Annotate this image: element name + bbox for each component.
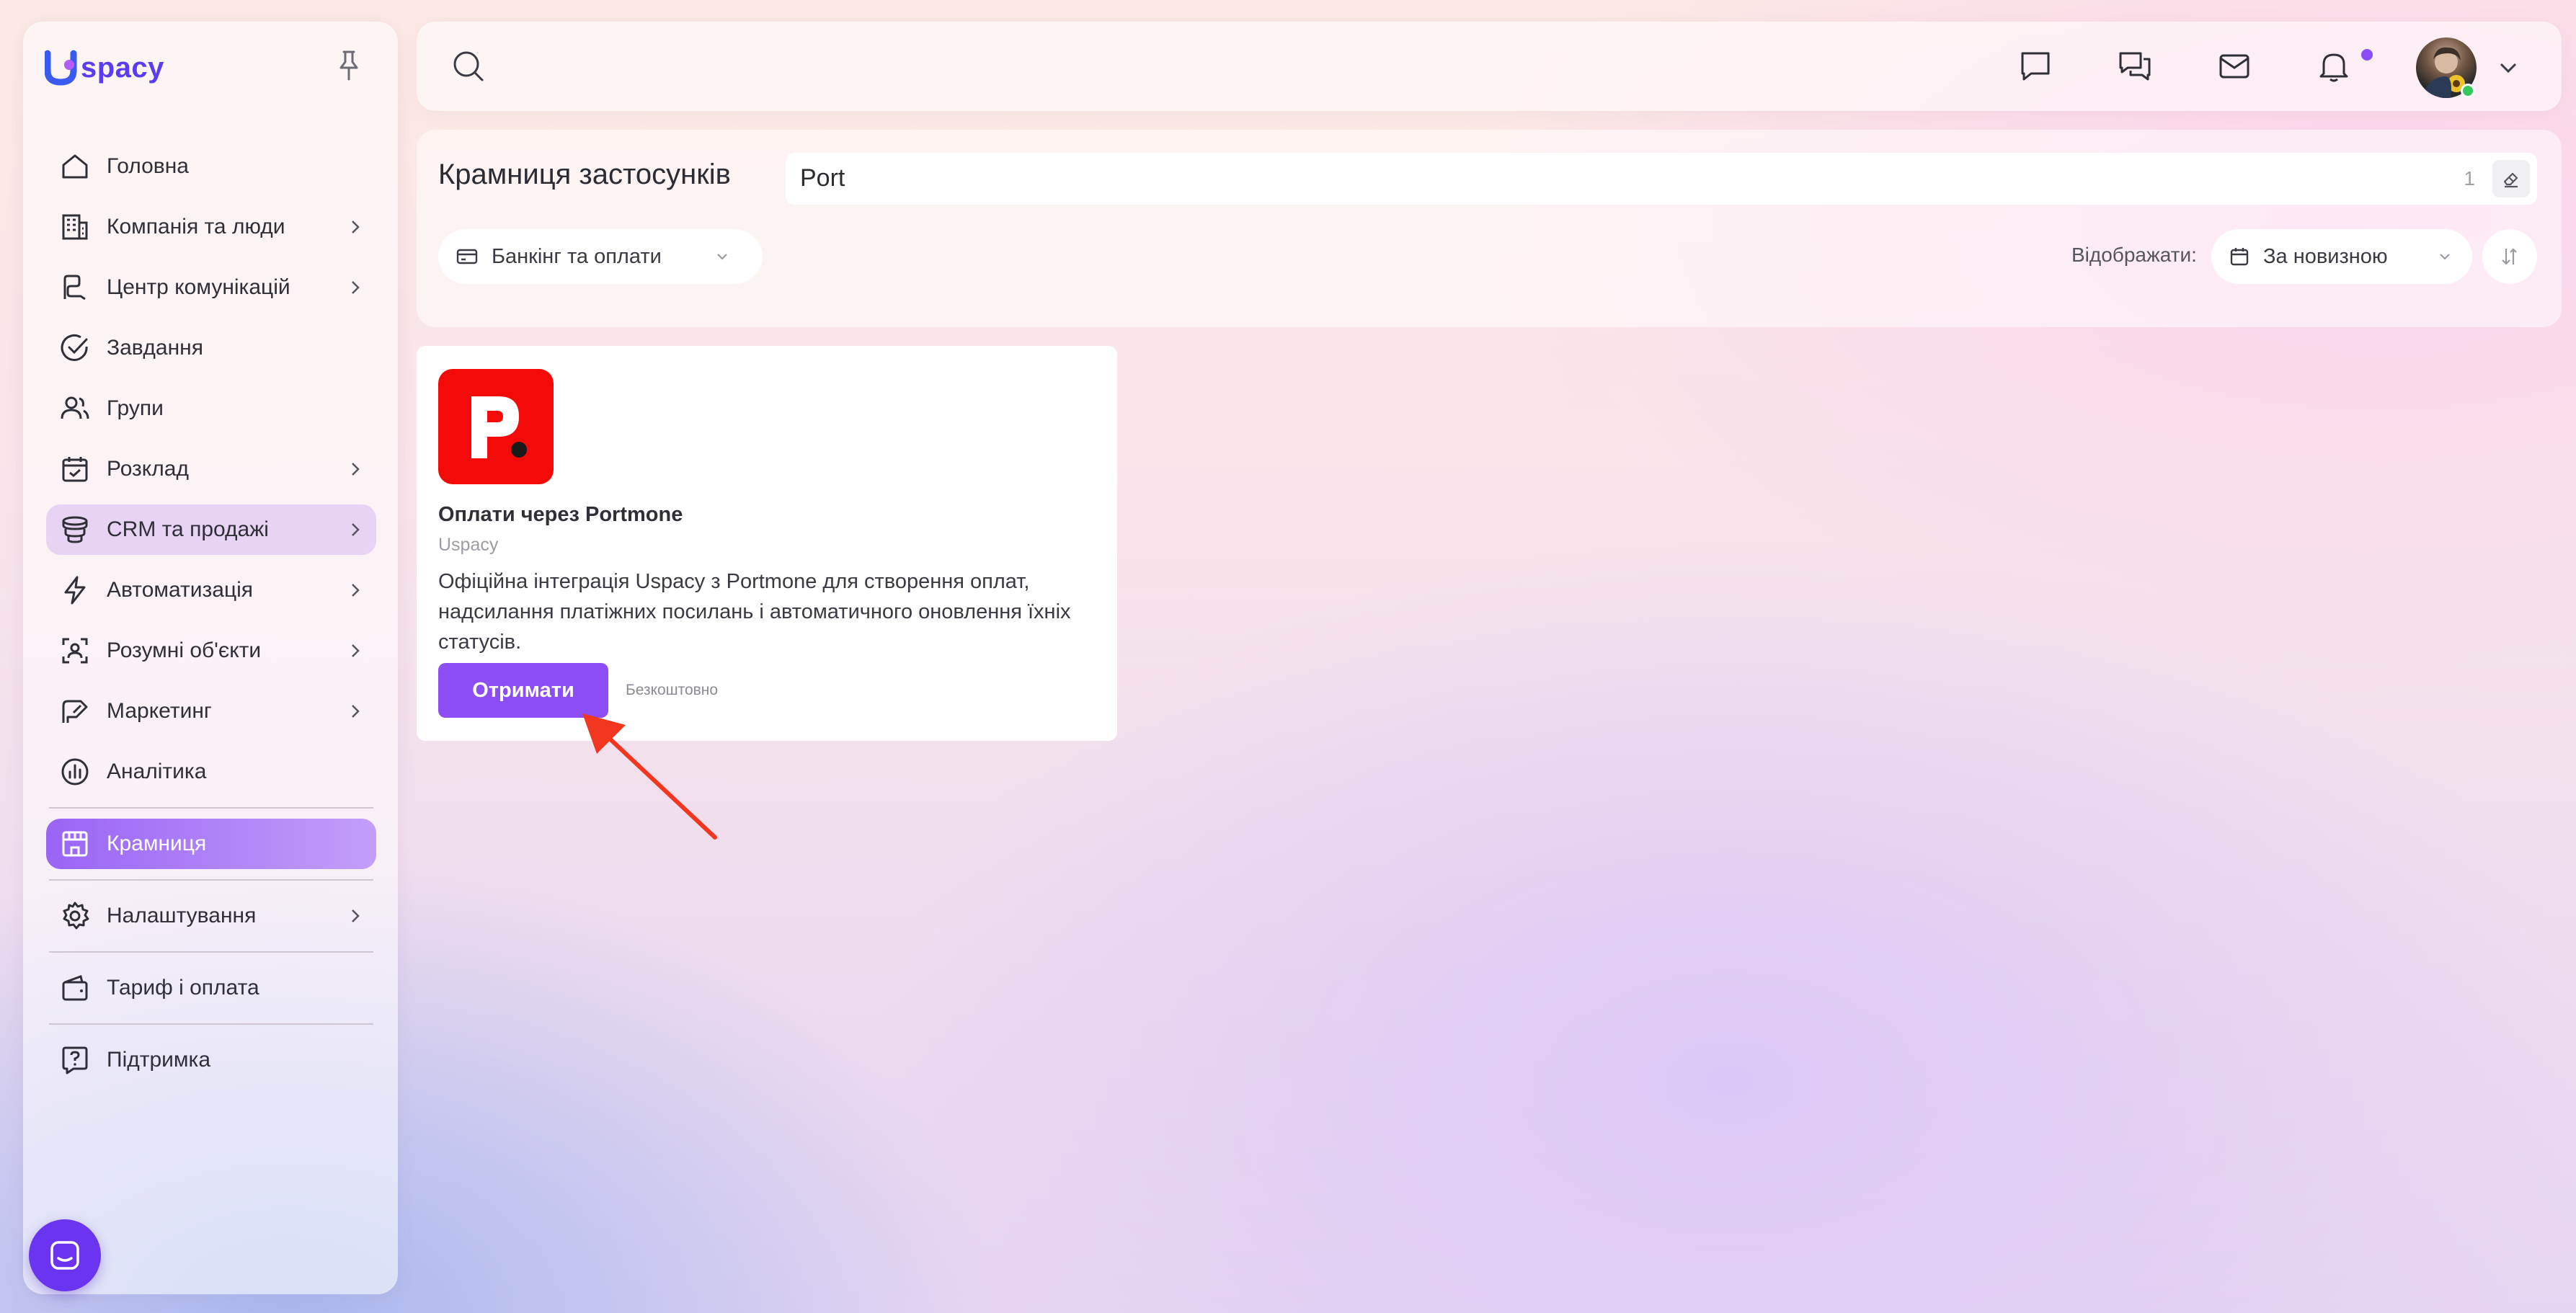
chevron-right-icon [352,221,360,233]
chats-icon[interactable] [2115,46,2155,86]
sidebar-item-label: Центр комунікацій [107,275,290,299]
uspacy-logo[interactable]: spacy [45,48,164,88]
sidebar-nav: Головна Компанія та люди Центр комунікац… [46,141,376,1095]
sidebar-item-billing[interactable]: Тариф і оплата [46,963,376,1013]
clear-search-button[interactable] [2492,160,2530,197]
result-count: 1 [2464,167,2475,190]
sidebar-item-label: Тариф і оплата [107,976,259,1000]
app-card[interactable]: Оплати через Portmone Uspacy Офіційна ін… [417,346,1117,741]
home-icon [58,149,92,184]
sidebar-item-settings[interactable]: Налаштування [46,891,376,941]
annotation-arrow [582,713,717,840]
store-icon [58,827,92,861]
category-filter[interactable]: Банкінг та оплати [438,229,763,284]
sidebar-divider [49,879,373,881]
building-icon [58,210,92,244]
calendar-icon [58,452,92,486]
notification-dot [2361,49,2373,61]
sidebar-item-label: Підтримка [107,1048,211,1072]
top-bar [417,22,2562,111]
sidebar-item-communications[interactable]: Центр комунікацій [46,262,376,313]
calendar-icon [2230,248,2249,266]
credit-card-icon [456,249,478,264]
portmone-logo-mark [471,396,527,458]
uspacy-logo-mark [45,50,77,86]
sidebar-item-store[interactable]: Крамниця [46,819,376,869]
sidebar-item-groups[interactable]: Групи [46,383,376,434]
category-filter-label: Банкінг та оплати [492,244,662,268]
page-title: Крамниця застосунків [438,159,731,190]
chevron-right-icon [352,644,360,657]
app-vendor: Uspacy [438,535,499,555]
chevron-down-icon[interactable] [2495,55,2521,81]
sidebar-item-home[interactable]: Головна [46,141,376,192]
sidebar-item-crm[interactable]: CRM та продажі [46,504,376,555]
sidebar-item-label: Автоматизація [107,578,254,602]
chat-icon [50,1241,79,1270]
sidebar-item-label: Маркетинг [107,699,212,723]
sidebar-item-label: Крамниця [107,832,207,855]
sidebar-item-support[interactable]: Підтримка [46,1035,376,1085]
chevron-right-icon [352,584,360,597]
eraser-icon [2503,172,2518,188]
sidebar-item-company[interactable]: Компанія та люди [46,202,376,252]
chevron-right-icon [352,909,360,922]
sort-descending-icon [2502,248,2517,265]
users-icon [58,391,92,426]
sort-direction-button[interactable] [2482,229,2537,284]
sidebar-item-label: Компанія та люди [107,215,285,239]
check-circle-icon [58,331,92,365]
sidebar-item-label: Налаштування [107,904,257,927]
sidebar-item-analytics[interactable]: Аналітика [46,747,376,797]
wallet-icon [58,971,92,1005]
help-icon [58,1043,92,1077]
sidebar-item-label: Головна [107,154,189,178]
chat-widget-button[interactable] [29,1219,101,1291]
sidebar-item-label: Групи [107,396,164,420]
chevron-right-icon [352,281,360,294]
chevron-down-icon [2440,254,2450,260]
logo-text: spacy [81,51,164,84]
search-value: Port [800,164,845,192]
mail-icon[interactable] [2214,46,2255,86]
message-icon[interactable] [2015,46,2056,86]
sidebar-divider [49,951,373,953]
communication-icon [58,270,92,305]
sidebar-item-marketing[interactable]: Маркетинг [46,686,376,736]
sidebar-item-label: Розумні об'єкти [107,638,262,662]
sidebar-item-label: CRM та продажі [107,517,269,541]
chevron-down-icon [717,254,727,260]
chevron-right-icon [352,523,360,536]
sidebar-item-label: Аналітика [107,760,207,783]
online-status-dot [2461,84,2475,98]
search-icon[interactable] [450,48,487,85]
sidebar-item-label: Розклад [107,457,189,481]
sort-label: Відображати: [2071,244,2197,266]
portmone-logo [438,369,554,484]
marketing-icon [58,694,92,729]
sidebar-divider [49,807,373,809]
chevron-right-icon [352,463,360,476]
analytics-icon [58,755,92,789]
pin-icon[interactable] [334,48,363,84]
sidebar-divider [49,1023,373,1025]
sidebar-item-tasks[interactable]: Завдання [46,323,376,373]
sort-select-value: За новизною [2263,244,2388,268]
funnel-icon [58,512,92,547]
gear-icon [58,899,92,933]
sort-select[interactable]: За новизною [2211,229,2472,284]
sidebar-item-smart-objects[interactable]: Розумні об'єкти [46,626,376,676]
bell-icon[interactable] [2314,46,2354,86]
sidebar-item-label: Завдання [107,336,203,360]
chevron-right-icon [352,705,360,718]
search-input[interactable]: Port 1 [786,153,2537,205]
app-name: Оплати через Portmone [438,503,683,526]
app-description: Офіційна інтеграція Uspacy з Portmone дл… [438,570,1071,654]
sidebar: spacy Головна Компанія та люди Центр ком… [23,22,398,1294]
sidebar-item-automation[interactable]: Автоматизація [46,565,376,615]
sidebar-item-schedule[interactable]: Розклад [46,444,376,494]
store-toolbar: Крамниця застосунків Port 1 Банкінг та о… [417,130,2562,327]
smart-object-icon [58,633,92,668]
lightning-icon [58,573,92,607]
